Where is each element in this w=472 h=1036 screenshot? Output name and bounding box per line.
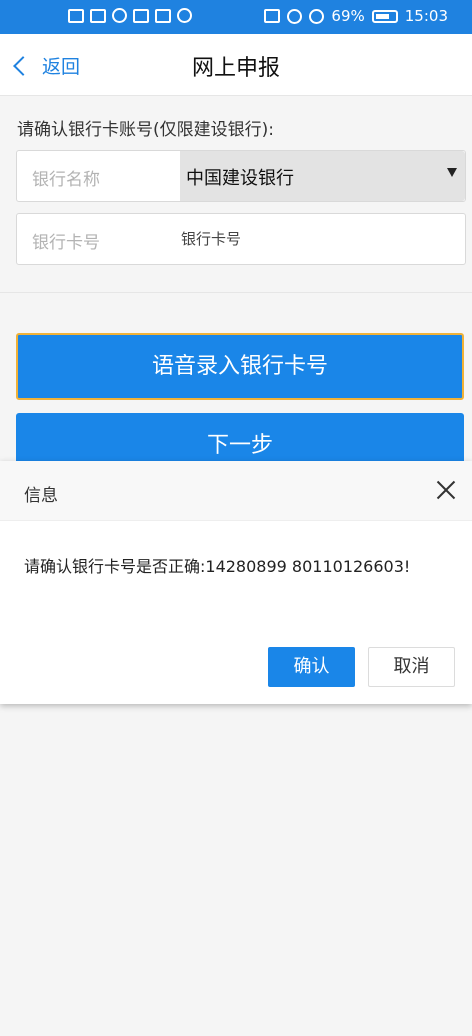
mute-icon bbox=[309, 8, 325, 24]
qq-icon bbox=[177, 8, 192, 23]
clock: 15:03 bbox=[404, 7, 448, 25]
header: 返回 网上申报 bbox=[0, 34, 472, 96]
card-row: 银行卡号 bbox=[16, 213, 466, 265]
bank-row: 银行名称 中国建设银行 bbox=[16, 150, 466, 202]
bank-label: 银行名称 bbox=[32, 170, 100, 190]
cancel-button[interactable]: 取消 bbox=[368, 647, 455, 687]
cast-icon bbox=[264, 9, 281, 23]
status-bar: 69% 15:03 bbox=[0, 0, 472, 34]
close-icon[interactable] bbox=[434, 478, 458, 502]
confirm-dialog: 信息 请确认银行卡号是否正确:14280899 80110126603! 确认 … bbox=[0, 461, 472, 704]
hotspot-icon bbox=[112, 8, 127, 23]
card-number-input[interactable] bbox=[180, 214, 460, 264]
bank-select-value: 中国建设银行 bbox=[186, 168, 294, 189]
confirm-button[interactable]: 确认 bbox=[268, 647, 355, 687]
card-label: 银行卡号 bbox=[32, 233, 100, 253]
status-left-icons bbox=[68, 8, 192, 23]
dialog-message: 请确认银行卡号是否正确:14280899 80110126603! bbox=[24, 557, 411, 576]
form-section: 请确认银行卡账号(仅限建设银行): 银行名称 中国建设银行 银行卡号 bbox=[0, 96, 472, 293]
notification-icon bbox=[155, 8, 171, 23]
alarm-icon bbox=[287, 8, 303, 24]
status-right-icons: 69% 15:03 bbox=[264, 7, 448, 25]
battery-percent: 69% bbox=[331, 7, 365, 25]
battery-icon bbox=[371, 9, 398, 23]
dialog-header: 信息 bbox=[0, 461, 472, 521]
voice-input-button[interactable]: 语音录入银行卡号 bbox=[16, 333, 464, 400]
signal-4g-icon bbox=[90, 8, 106, 23]
form-hint: 请确认银行卡账号(仅限建设银行): bbox=[17, 120, 274, 140]
dialog-title: 信息 bbox=[24, 486, 58, 506]
page-title: 网上申报 bbox=[191, 56, 280, 81]
bank-select[interactable]: 中国建设银行 bbox=[180, 151, 465, 201]
screen-icon bbox=[133, 8, 149, 23]
hd-icon bbox=[68, 8, 84, 23]
dropdown-arrow-icon bbox=[447, 168, 457, 177]
